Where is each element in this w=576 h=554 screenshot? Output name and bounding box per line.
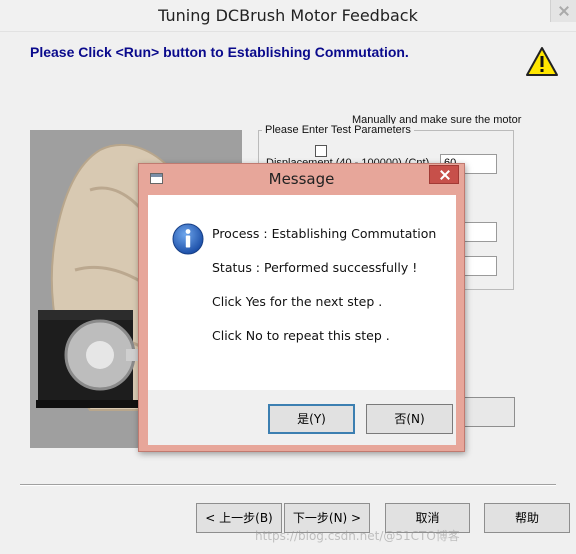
parameter-checkbox[interactable]: [315, 145, 327, 157]
footer-separator: [20, 484, 556, 486]
yes-button[interactable]: 是(Y): [268, 404, 355, 434]
message-dialog: Message Process : Establishing Commutati…: [138, 163, 465, 452]
watermark-text: https://blog.csdn.net/@51CTO博客: [255, 529, 460, 543]
message-status-line: Status : Performed successfully !: [212, 260, 418, 275]
dialog-button-bar: 是(Y) 否(N): [148, 390, 456, 445]
test-parameters-legend: Please Enter Test Parameters: [262, 124, 414, 136]
dialog-close-button[interactable]: [429, 165, 459, 184]
dialog-titlebar[interactable]: Message: [139, 164, 464, 194]
window-title: Tuning DCBrush Motor Feedback: [0, 0, 576, 32]
window-close-button[interactable]: [550, 0, 576, 22]
no-button[interactable]: 否(N): [366, 404, 453, 434]
info-icon: [172, 223, 204, 255]
help-button[interactable]: 帮助: [484, 503, 570, 533]
window-title-text: Tuning DCBrush Motor Feedback: [158, 6, 418, 25]
message-process-line: Process : Establishing Commutation: [212, 226, 437, 241]
warning-icon: [526, 47, 558, 76]
message-yes-hint: Click Yes for the next step .: [212, 294, 383, 309]
dialog-body: Process : Establishing Commutation Statu…: [148, 195, 456, 390]
instruction-text: Please Click <Run> button to Establishin…: [30, 44, 409, 60]
dialog-title: Message: [268, 170, 335, 188]
message-no-hint: Click No to repeat this step .: [212, 328, 390, 343]
